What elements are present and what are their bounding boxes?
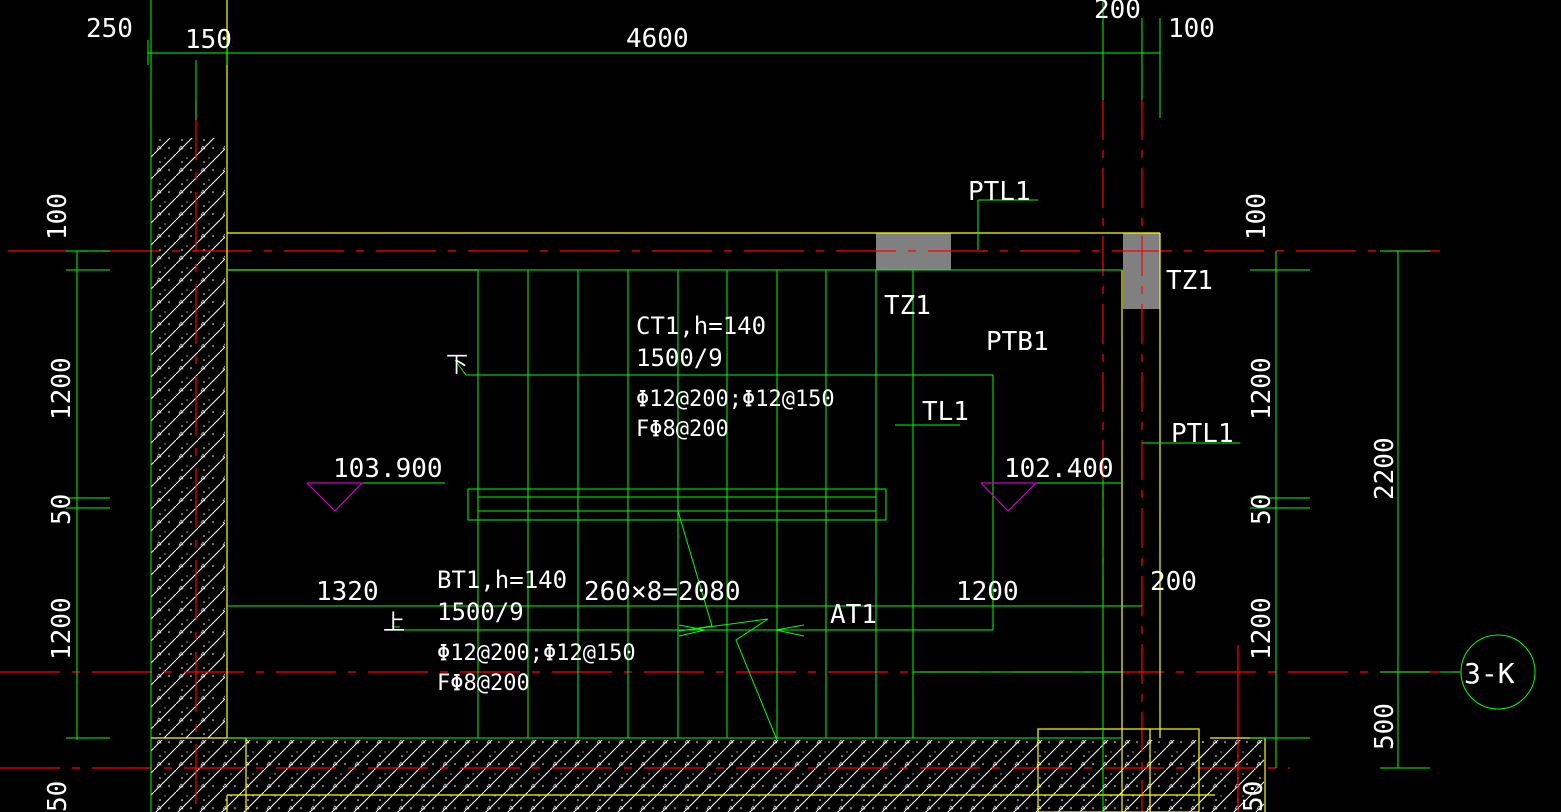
label-ptb1: PTB1: [986, 327, 1049, 357]
dim-right-500: 500: [1370, 703, 1400, 750]
label-tl1: TL1: [922, 397, 969, 427]
bottom-wall-hatch: [246, 740, 1206, 812]
ct1-line2: 1500/9: [636, 344, 723, 372]
dim-left-1200-lower: 1200: [47, 597, 77, 660]
down-marker: 下: [446, 353, 468, 378]
elevation-right: 102.400: [1004, 454, 1114, 484]
dim-4600: 4600: [626, 24, 689, 54]
label-at1: AT1: [830, 600, 877, 630]
ct1-line4: FΦ8@200: [636, 417, 729, 442]
bottom-left-wall-hatch: [151, 740, 245, 812]
dim-left-50-bottom: 50: [43, 781, 73, 812]
elevation-left: 103.900: [333, 454, 443, 484]
dim-left-50: 50: [47, 494, 77, 525]
dim-1200-bottom: 1200: [956, 577, 1019, 607]
bt1-line4: FΦ8@200: [437, 671, 530, 696]
dim-250: 250: [86, 14, 133, 44]
label-ptl1-right: PTL1: [1171, 419, 1234, 449]
dim-200-right: 200: [1150, 567, 1197, 597]
ct1-line1: CT1,h=140: [636, 312, 766, 340]
dim-right-50-bottom: 50: [1239, 781, 1269, 812]
stair-plan-drawing: 250 150 4600 200 100 100 1200 50 1200 50…: [0, 0, 1536, 812]
ct1-line3: Φ12@200;Φ12@150: [636, 387, 835, 412]
dim-left-1200-upper: 1200: [47, 357, 77, 420]
grid-axis-label: 3-K: [1464, 657, 1515, 690]
bt1-line1: BT1,h=140: [437, 566, 567, 594]
dim-right-1200-upper: 1200: [1247, 357, 1277, 420]
dim-right-2200: 2200: [1370, 437, 1400, 500]
label-ptl1-top: PTL1: [968, 177, 1031, 207]
label-tz1-left: TZ1: [884, 291, 931, 321]
left-wall-hatch: [151, 138, 225, 738]
dim-200-top: 200: [1094, 0, 1141, 25]
dim-right-100: 100: [1242, 193, 1272, 240]
dim-steps: 260×8=2080: [584, 577, 741, 607]
bt1-line3: Φ12@200;Φ12@150: [437, 641, 636, 666]
dim-right-50: 50: [1247, 494, 1277, 525]
up-marker: 上: [383, 611, 405, 636]
dim-left-100: 100: [43, 193, 73, 240]
dim-1320: 1320: [316, 577, 379, 607]
bt1-line2: 1500/9: [437, 598, 524, 626]
annotations: 250 150 4600 200 100 100 1200 50 1200 50…: [43, 0, 1515, 812]
dim-150: 150: [185, 25, 232, 55]
dim-right-1200-lower: 1200: [1247, 597, 1277, 660]
dim-100-top: 100: [1168, 14, 1215, 44]
label-tz1-right: TZ1: [1166, 266, 1213, 296]
cad-drawing-canvas: 250 150 4600 200 100 100 1200 50 1200 50…: [0, 0, 1561, 812]
